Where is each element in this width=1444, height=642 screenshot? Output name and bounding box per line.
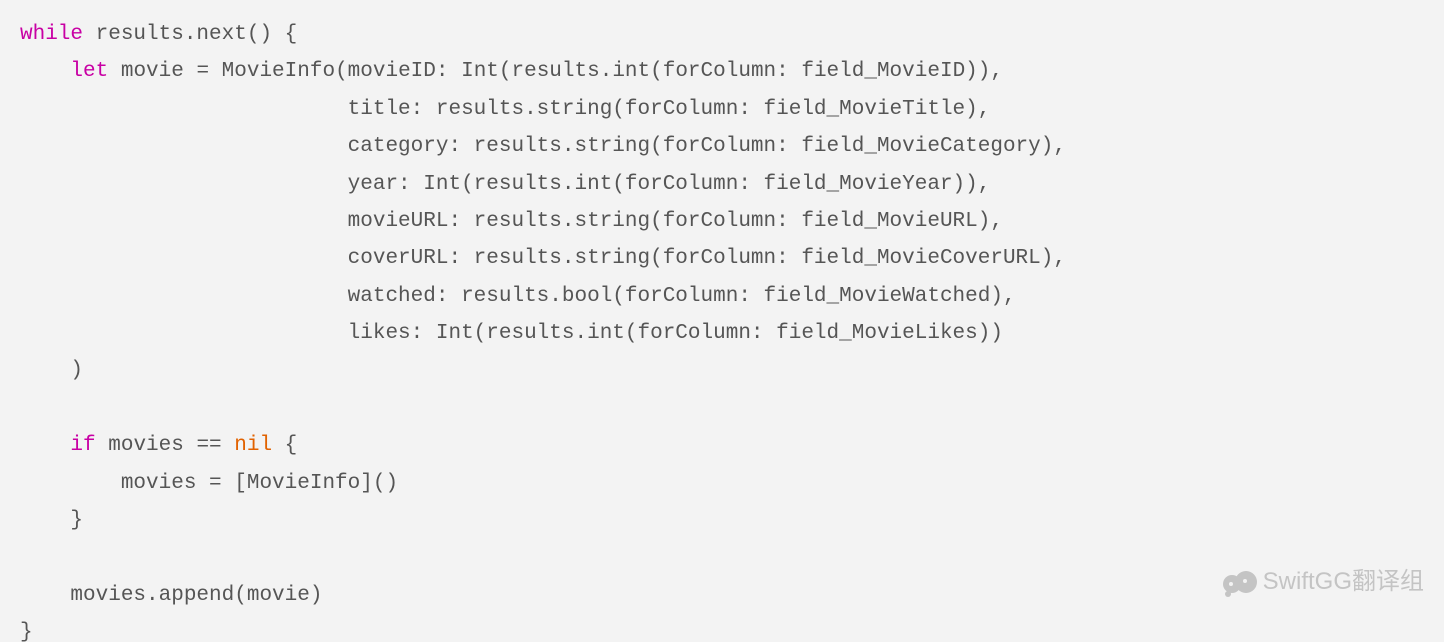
code-block: while results.next() { let movie = Movie… — [0, 0, 1444, 642]
code-text: { — [272, 434, 297, 457]
keyword-while: while — [20, 23, 83, 46]
code-text: ) — [20, 359, 83, 382]
code-text: category: results.string(forColumn: fiel… — [20, 135, 1066, 158]
code-text: results.next() { — [83, 23, 297, 46]
code-text: watched: results.bool(forColumn: field_M… — [20, 285, 1016, 308]
code-text: } — [20, 621, 33, 642]
keyword-let: let — [70, 60, 108, 83]
code-text: movies = [MovieInfo]() — [20, 472, 398, 495]
code-text: title: results.string(forColumn: field_M… — [20, 98, 990, 121]
keyword-if: if — [70, 434, 95, 457]
code-indent — [20, 60, 70, 83]
code-text: year: Int(results.int(forColumn: field_M… — [20, 173, 990, 196]
code-text: likes: Int(results.int(forColumn: field_… — [20, 322, 1003, 345]
code-text: movieURL: results.string(forColumn: fiel… — [20, 210, 1003, 233]
code-text: movie = MovieInfo(movieID: Int(results.i… — [108, 60, 1003, 83]
code-text: } — [20, 509, 83, 532]
code-text: movies == — [96, 434, 235, 457]
literal-nil: nil — [234, 434, 272, 457]
code-text: coverURL: results.string(forColumn: fiel… — [20, 247, 1066, 270]
code-indent — [20, 434, 70, 457]
code-text: movies.append(movie) — [20, 584, 322, 607]
